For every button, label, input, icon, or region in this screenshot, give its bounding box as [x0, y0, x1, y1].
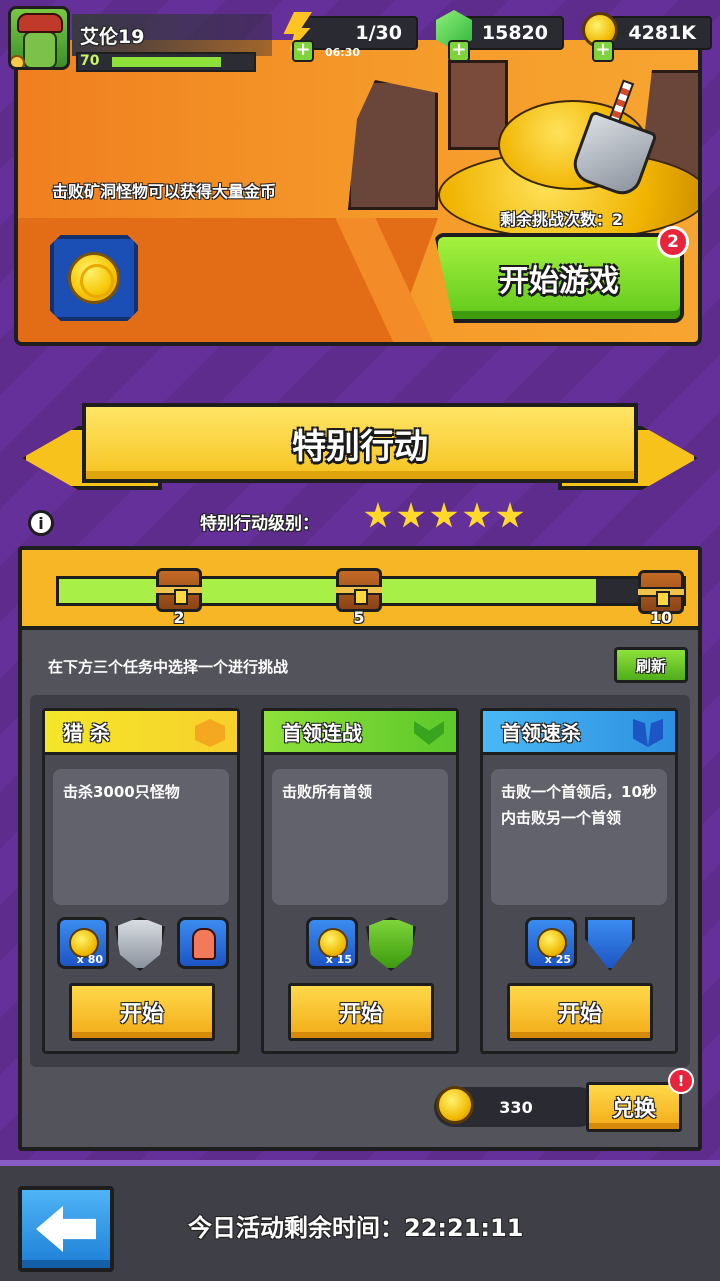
milestone-label: 10: [649, 608, 673, 627]
reward-count: x 15: [325, 953, 352, 966]
star-icon: [496, 502, 524, 528]
gem-value: 15820: [481, 22, 548, 44]
milestone-chest-2[interactable]: [336, 568, 382, 612]
gold-reward-slot[interactable]: x 25: [525, 917, 577, 969]
player-avatar[interactable]: [8, 6, 70, 70]
milestone-chest-1[interactable]: [156, 568, 202, 612]
star-icon: [430, 502, 458, 528]
task-card-description: 击杀3000只怪物: [53, 769, 229, 905]
flower-icon: [11, 55, 25, 67]
gold-reward-slot[interactable]: x 15: [306, 917, 358, 969]
star-icon: [463, 502, 491, 528]
star-icon: [397, 502, 425, 528]
start-game-badge: 2: [657, 226, 689, 258]
task-card-boss-rush: 首领连战 击败所有首领 x 15 开始: [261, 708, 459, 1054]
energy-counter: 1/30: [300, 16, 418, 50]
hat-icon: [17, 13, 63, 33]
silver-shield-icon[interactable]: [115, 917, 165, 971]
rock-left: [348, 80, 438, 210]
start-game-button[interactable]: 开始游戏: [434, 233, 684, 323]
add-gold-button[interactable]: +: [592, 40, 614, 62]
blue-wing-icon[interactable]: [585, 917, 635, 971]
star-icon: [364, 502, 392, 528]
milestone-label: 5: [353, 608, 365, 627]
info-icon[interactable]: i: [28, 510, 54, 536]
reward-count: x 80: [76, 953, 103, 966]
gold-cube-coin-icon: [436, 1086, 474, 1124]
level-stars: [364, 502, 524, 530]
start-button[interactable]: 开始: [69, 983, 215, 1041]
task-prompt: 在下方三个任务中选择一个进行挑战: [48, 658, 289, 676]
exchange-alert-badge: !: [668, 1068, 694, 1094]
add-gems-button[interactable]: +: [448, 40, 470, 62]
add-energy-button[interactable]: +: [292, 40, 314, 62]
zombie-face-icon: [23, 31, 57, 67]
player-name: 艾伦19: [80, 26, 145, 48]
mine-description: 击败矿洞怪物可以获得大量金币: [52, 182, 277, 201]
glove-icon: [192, 928, 216, 960]
gold-coin-icon: [68, 252, 120, 304]
gold-reward-slot[interactable]: x 80: [57, 917, 109, 969]
exchange-amount: 330: [499, 1097, 533, 1117]
refresh-button[interactable]: 刷新: [614, 647, 688, 683]
remaining-attempts: 剩余挑战次数：2: [500, 210, 624, 229]
reward-slot[interactable]: [177, 917, 229, 969]
gold-value: 4281K: [628, 22, 696, 44]
exchange-button[interactable]: 兑换: [586, 1082, 682, 1132]
task-card-boss-speed: 首领速杀 击败一个首领后，10秒内击败另一个首领 x 25 开始: [480, 708, 678, 1054]
start-button[interactable]: 开始: [288, 983, 434, 1041]
reward-count: x 25: [544, 953, 571, 966]
back-button[interactable]: [18, 1186, 114, 1272]
gold-coin-reward-button[interactable]: [50, 235, 138, 321]
task-card-hunt: 猎 杀 击杀3000只怪物 x 80 开始: [42, 708, 240, 1054]
task-card-description: 击败一个首领后，10秒内击败另一个首领: [491, 769, 667, 905]
special-level-label: 特别行动级别：: [200, 514, 319, 534]
xp-bar-fill: [112, 57, 222, 67]
start-button[interactable]: 开始: [507, 983, 653, 1041]
task-card-description: 击败所有首领: [272, 769, 448, 905]
special-operation-title: 特别行动: [82, 403, 638, 483]
xp-bar: [76, 52, 256, 72]
energy-timer: 06:30: [325, 46, 361, 59]
event-remaining-time: 今日活动剩余时间：22:21:11: [188, 1214, 524, 1242]
green-gear-icon[interactable]: [366, 917, 416, 971]
progress-fill: [59, 579, 596, 603]
milestone-label: 2: [173, 608, 185, 627]
energy-value: 1/30: [355, 22, 402, 44]
player-level: 70: [80, 53, 100, 69]
arrow-left-icon: [36, 1206, 96, 1252]
